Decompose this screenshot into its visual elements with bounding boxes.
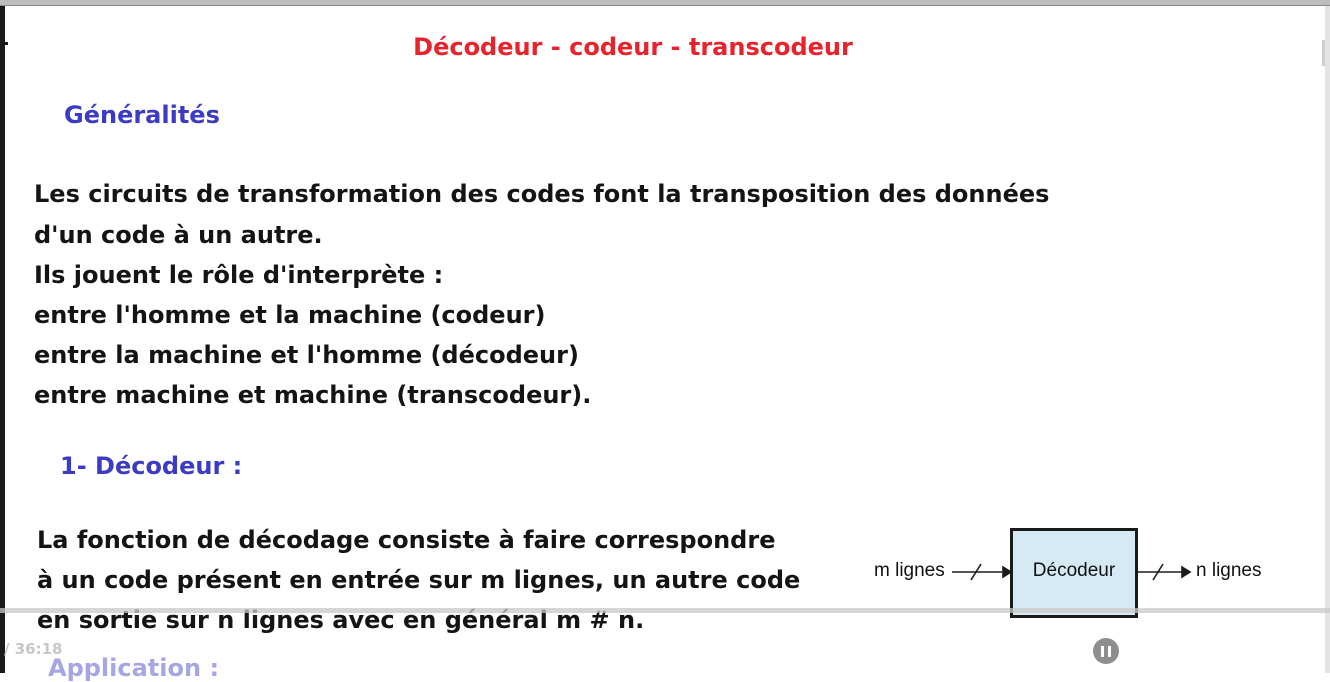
video-time-label: / 36:18 (4, 640, 63, 658)
pause-icon (1101, 645, 1104, 657)
pause-button[interactable] (1093, 638, 1119, 664)
next-heading-partial: Application : (48, 654, 220, 682)
right-frame-edge (1325, 6, 1330, 673)
intro-line-5: entre la machine et l'homme (décodeur) (34, 341, 579, 369)
window-top-bar (0, 0, 1330, 6)
intro-line-3: Ils jouent le rôle d'interprète : (34, 261, 444, 289)
heading-generalites: Généralités (64, 101, 220, 129)
decoder-block-label: Décodeur (1032, 560, 1116, 581)
intro-line-1: Les circuits de transformation des codes… (34, 180, 1050, 208)
intro-line-4: entre l'homme et la machine (codeur) (34, 301, 546, 329)
decoder-line-2: à un code présent en entrée sur m lignes… (37, 566, 801, 594)
video-progress-bar[interactable] (0, 608, 1330, 613)
right-edge-marker (1322, 40, 1325, 66)
video-frame: Décodeur - codeur - transcodeur Générali… (0, 0, 1330, 682)
slide-title: Décodeur - codeur - transcodeur (413, 33, 853, 61)
intro-line-2: d'un code à un autre. (34, 221, 323, 249)
decoder-diagram: m lignes Décodeur n lignes (860, 520, 1280, 620)
intro-line-6: entre machine et machine (transcodeur). (34, 381, 592, 409)
output-arrow-head (1181, 565, 1192, 579)
input-lines-label: m lignes (874, 560, 945, 581)
output-lines-label: n lignes (1196, 560, 1262, 581)
left-frame-edge (0, 6, 5, 673)
pause-icon-bar (1108, 645, 1111, 657)
decoder-line-1: La fonction de décodage consiste à faire… (37, 526, 776, 554)
heading-decodeur: 1- Décodeur : (60, 452, 243, 480)
